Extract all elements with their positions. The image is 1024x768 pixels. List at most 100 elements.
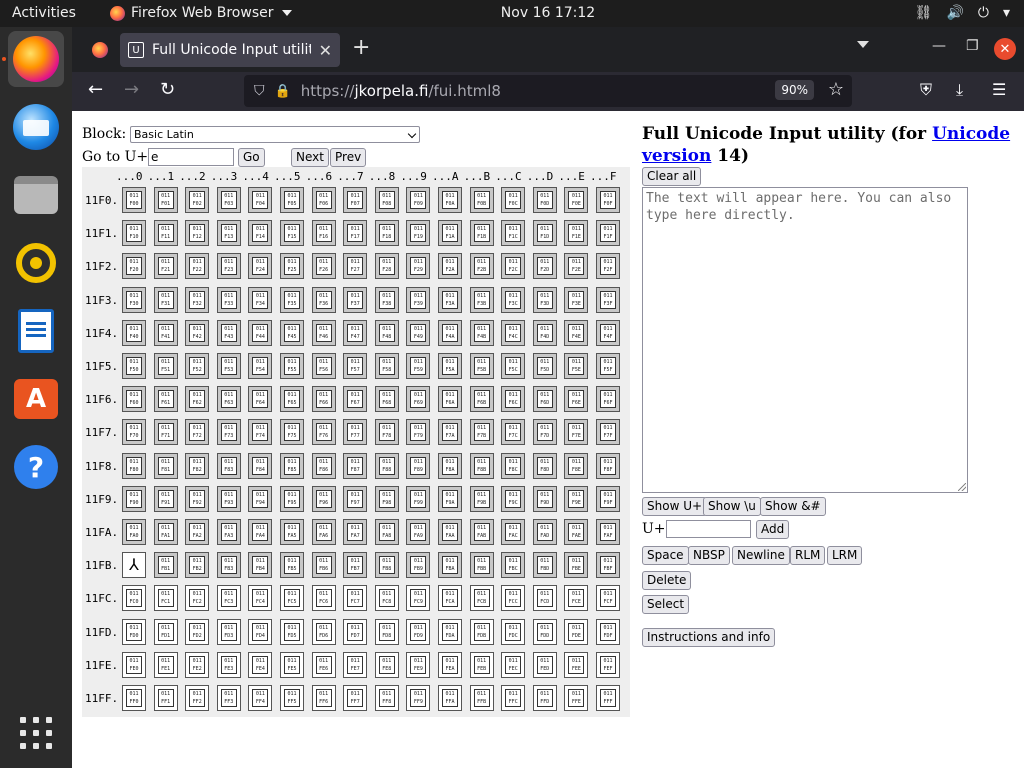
show-uplus-button[interactable]: Show U+ (642, 497, 708, 516)
character-cell[interactable]: 011 FB8 (374, 552, 399, 579)
character-cell[interactable]: 011 FA7 (343, 519, 368, 545)
character-cell[interactable]: 011 FB4 (248, 552, 273, 579)
character-cell[interactable]: 011 F5E (564, 353, 589, 379)
character-cell[interactable]: 011 F8C (501, 452, 526, 479)
character-cell[interactable]: 011 F25 (280, 253, 304, 280)
newline-button[interactable]: Newline (732, 546, 790, 565)
character-cell[interactable]: 011 FE3 (216, 651, 241, 678)
character-cell[interactable]: 011 F3D (532, 286, 557, 313)
character-cell[interactable]: 011 FE9 (406, 651, 431, 678)
character-cell[interactable]: 011 F08 (374, 187, 399, 213)
character-cell[interactable]: 011 FFD (532, 685, 557, 711)
character-cell[interactable]: 011 F24 (248, 253, 273, 280)
character-cell[interactable]: 011 F4E (564, 319, 589, 346)
character-cell[interactable]: 011 F82 (185, 452, 210, 479)
character-cell[interactable]: 011 F5B (469, 353, 494, 379)
character-cell[interactable]: 011 FC3 (216, 585, 241, 612)
lock-icon[interactable]: 🔒 (275, 84, 291, 99)
character-cell[interactable]: 011 FF0 (122, 685, 146, 711)
character-cell[interactable]: 011 F9E (564, 485, 589, 512)
character-cell[interactable]: 011 FFC (501, 685, 526, 711)
character-cell[interactable]: 011 F32 (185, 286, 210, 313)
character-cell[interactable]: 011 F38 (374, 286, 399, 313)
character-cell[interactable]: 011 F2F (596, 253, 620, 280)
character-cell[interactable]: 011 F1F (596, 220, 620, 247)
back-button[interactable]: ← (88, 80, 103, 100)
character-cell[interactable]: 011 FD1 (153, 618, 178, 645)
character-cell[interactable]: 011 F2A (438, 253, 462, 280)
character-cell[interactable]: 011 F61 (153, 386, 178, 413)
clear-all-button[interactable]: Clear all (642, 167, 702, 186)
character-cell[interactable]: 011 F02 (185, 187, 210, 213)
minimize-button[interactable]: — (932, 38, 946, 54)
character-cell[interactable]: 011 F22 (185, 253, 210, 280)
character-cell[interactable]: 011 F1D (532, 220, 557, 247)
character-cell[interactable]: 011 FF5 (280, 685, 304, 711)
character-cell[interactable]: 011 F2D (532, 253, 557, 280)
character-cell[interactable]: 011 F20 (122, 253, 146, 280)
unicode-link[interactable]: Unicode (932, 124, 1010, 144)
character-cell[interactable]: 011 FA1 (153, 519, 178, 545)
character-cell[interactable]: 011 FC7 (343, 585, 368, 612)
character-cell[interactable]: 011 FE6 (311, 651, 336, 678)
character-cell[interactable]: 011 F34 (248, 286, 273, 313)
character-cell[interactable]: 011 F5F (596, 353, 620, 379)
character-cell[interactable]: 011 F3A (438, 286, 462, 313)
character-cell[interactable]: 011 FDF (596, 618, 620, 645)
character-cell[interactable]: 011 F97 (343, 485, 368, 512)
character-cell[interactable]: 011 F9C (501, 485, 526, 512)
character-cell[interactable]: 011 F10 (122, 220, 146, 247)
shield-icon[interactable]: ⛉ (254, 83, 265, 99)
character-cell[interactable]: 011 F69 (406, 386, 431, 413)
space-button[interactable]: Space (642, 546, 689, 565)
character-cell[interactable]: 011 F5D (532, 353, 557, 379)
character-cell[interactable]: 011 FCA (438, 585, 462, 612)
character-cell[interactable]: 011 F49 (406, 319, 431, 346)
character-cell[interactable]: 011 FDA (438, 618, 462, 645)
rlm-button[interactable]: RLM (790, 546, 826, 565)
character-cell[interactable]: 011 F98 (374, 485, 399, 512)
next-button[interactable]: Next (291, 148, 329, 167)
character-cell[interactable]: 011 FA8 (374, 519, 399, 545)
character-cell[interactable]: 011 F72 (185, 419, 210, 446)
character-cell[interactable]: 011 FB5 (280, 552, 304, 579)
character-cell[interactable]: 011 F4F (596, 319, 620, 346)
character-cell[interactable]: 011 F31 (153, 286, 178, 313)
character-cell[interactable]: 011 FC1 (153, 585, 178, 612)
character-cell[interactable]: 011 F0F (596, 187, 620, 213)
character-cell[interactable]: 011 F6B (469, 386, 494, 413)
character-cell[interactable]: 011 F85 (280, 452, 304, 479)
menu-icon[interactable]: ☰ (992, 80, 1006, 99)
character-cell[interactable]: 011 F36 (311, 286, 336, 313)
character-cell[interactable]: 011 FA5 (280, 519, 304, 545)
character-cell[interactable]: 011 FFB (469, 685, 494, 711)
character-cell[interactable]: 011 F52 (185, 353, 210, 379)
character-cell[interactable]: 011 FFF (596, 685, 620, 711)
maximize-button[interactable]: ❐ (966, 38, 979, 54)
character-cell[interactable]: 011 F75 (280, 419, 304, 446)
character-cell[interactable]: 011 F91 (153, 485, 178, 512)
character-cell[interactable]: 011 F3C (501, 286, 526, 313)
character-cell[interactable]: 011 F87 (343, 452, 368, 479)
character-cell[interactable]: 011 F07 (343, 187, 368, 213)
character-cell[interactable]: ⅄ (122, 552, 146, 579)
character-cell[interactable]: 011 FCE (564, 585, 589, 612)
character-cell[interactable]: 011 F3B (469, 286, 494, 313)
character-cell[interactable]: 011 F26 (311, 253, 336, 280)
character-cell[interactable]: 011 FA2 (185, 519, 210, 545)
character-cell[interactable]: 011 F90 (122, 485, 146, 512)
character-cell[interactable]: 011 FE5 (280, 651, 304, 678)
character-cell[interactable]: 011 F21 (153, 253, 178, 280)
character-cell[interactable]: 011 F14 (248, 220, 273, 247)
character-cell[interactable]: 011 F13 (216, 220, 241, 247)
character-cell[interactable]: 011 F96 (311, 485, 336, 512)
character-cell[interactable]: 011 F4A (438, 319, 462, 346)
character-cell[interactable]: 011 F47 (343, 319, 368, 346)
character-cell[interactable]: 011 F50 (122, 353, 146, 379)
character-cell[interactable]: 011 F6D (532, 386, 557, 413)
character-cell[interactable]: 011 F78 (374, 419, 399, 446)
character-cell[interactable]: 011 F76 (311, 419, 336, 446)
character-cell[interactable]: 011 F71 (153, 419, 178, 446)
tab-active[interactable]: U Full Unicode Input utility ✕ (120, 33, 340, 67)
character-cell[interactable]: 011 F12 (185, 220, 210, 247)
